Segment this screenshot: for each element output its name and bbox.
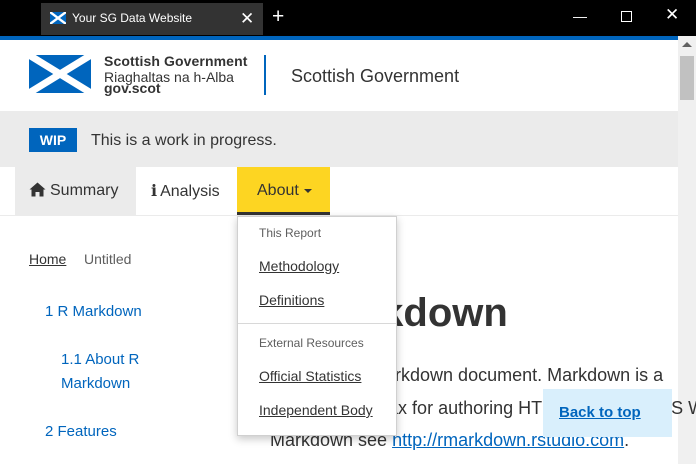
site-title: Scottish Government [291,66,460,86]
nav-about-label: About [257,182,299,199]
dropdown-item-definitions[interactable]: Definitions [259,292,324,308]
browser-titlebar: Your SG Data Website ✕ + — ✕ [0,0,696,36]
nav-item-analysis[interactable]: i Analysis [136,167,237,215]
header-divider [264,55,266,95]
breadcrumb-home[interactable]: Home [29,251,66,267]
about-dropdown-menu: This Report Methodology Definitions Exte… [237,216,397,436]
dropdown-item-independent-body[interactable]: Independent Body [259,402,373,418]
window-close-icon[interactable]: ✕ [665,6,679,23]
wip-banner: WIP This is a work in progress. [0,111,678,167]
dropdown-item-methodology[interactable]: Methodology [259,258,339,274]
main-nav: Summary i Analysis About [0,167,678,216]
back-to-top-box: Back to top [543,389,672,437]
breadcrumb-current: Untitled [84,251,132,267]
wip-badge: WIP [29,128,77,152]
nav-analysis-label: Analysis [160,183,220,200]
toc-item-features[interactable]: 2 Features [45,420,117,444]
nav-summary-label: Summary [50,182,119,199]
tab-title: Your SG Data Website [72,11,193,25]
saltire-favicon-icon [50,12,66,24]
logo-line-1: Scottish Government [104,53,248,69]
scroll-up-arrow-icon[interactable] [682,42,692,47]
scroll-thumb[interactable] [680,56,694,100]
caret-down-icon [303,188,312,193]
dropdown-header-external-resources: External Resources [259,336,364,350]
new-tab-icon[interactable]: + [272,6,284,28]
dropdown-divider [238,323,396,324]
info-icon: i [151,181,158,200]
logo-line-3: gov.scot [104,80,161,96]
back-to-top-link[interactable]: Back to top [559,404,641,421]
nav-item-summary[interactable]: Summary [15,167,136,215]
site-header: Scottish Government Riaghaltas na h-Alba… [0,40,678,111]
home-icon [29,182,46,197]
nav-item-about[interactable]: About [237,167,330,215]
minimize-icon[interactable]: — [573,8,587,24]
tab-close-icon[interactable]: ✕ [240,10,254,27]
dropdown-item-official-statistics[interactable]: Official Statistics [259,368,361,384]
wip-text: This is a work in progress. [91,132,277,149]
browser-tab[interactable]: Your SG Data Website ✕ [41,3,263,35]
dropdown-header-this-report: This Report [259,226,322,240]
maximize-icon[interactable] [621,11,632,22]
toc-item-about-r-markdown[interactable]: 1.1 About R Markdown [61,348,161,396]
toc-item-r-markdown[interactable]: 1 R Markdown [45,300,142,324]
saltire-logo-icon[interactable] [29,55,91,93]
